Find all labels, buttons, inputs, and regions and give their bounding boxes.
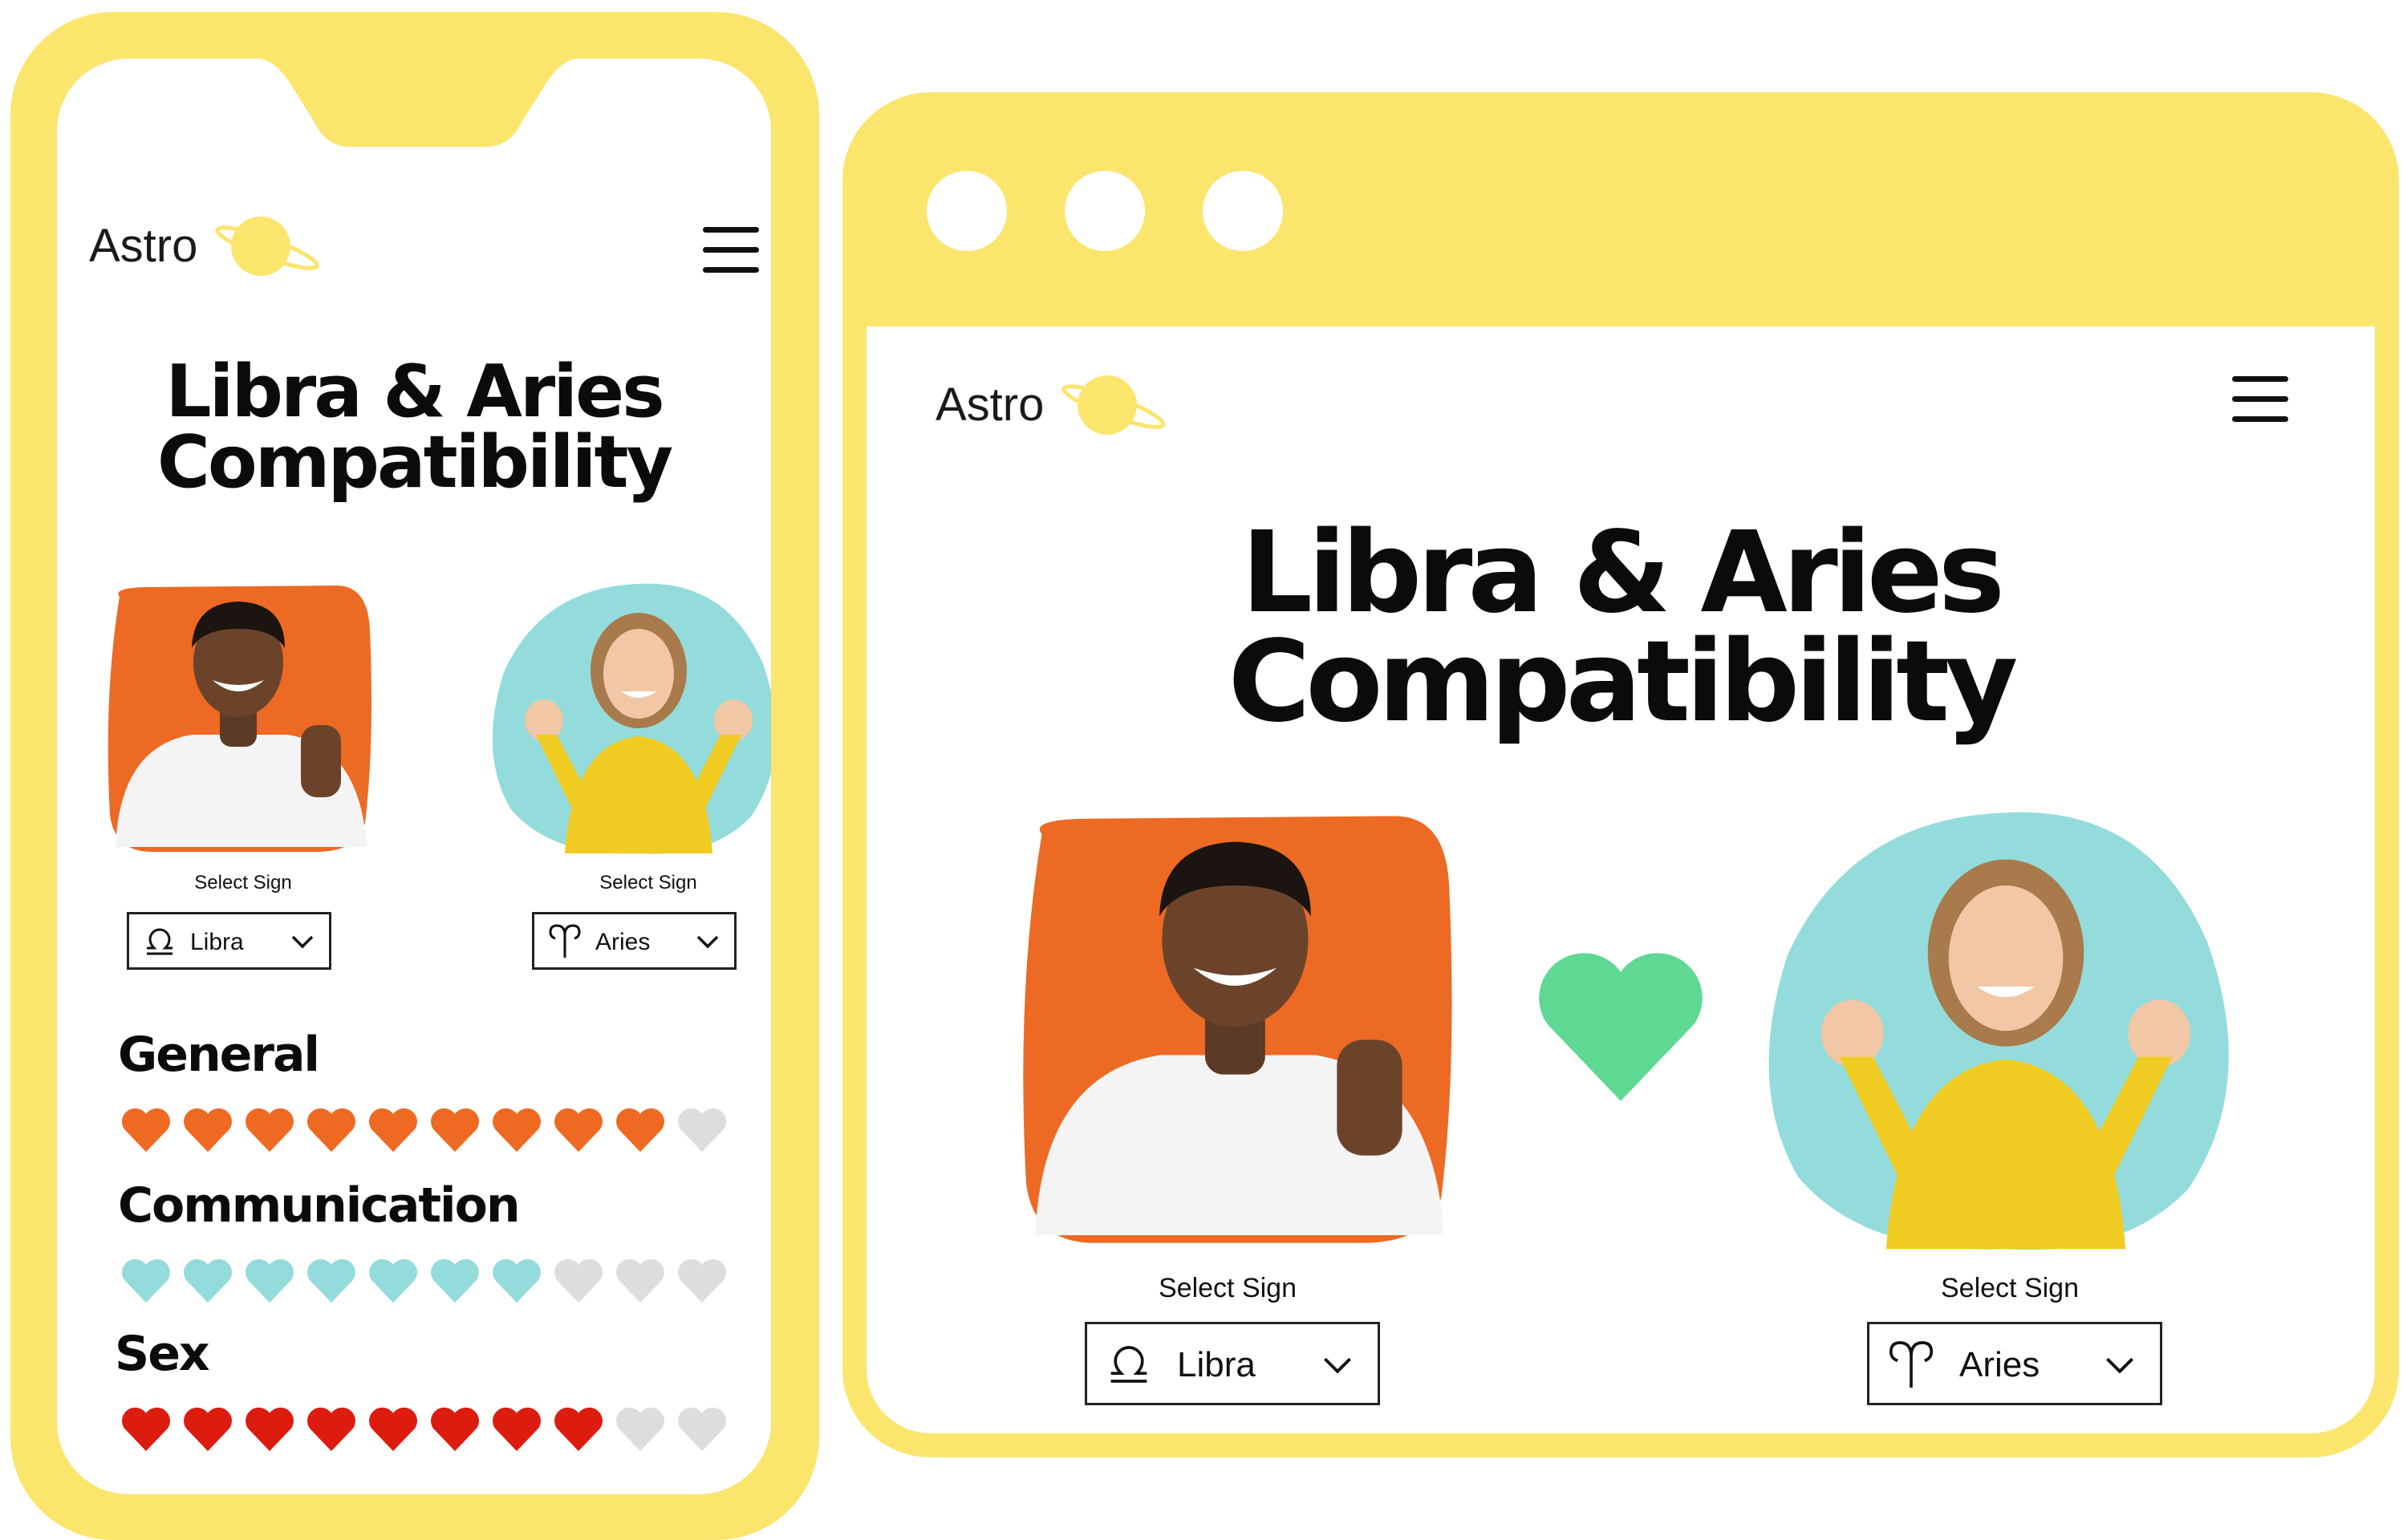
chevron-down-icon (696, 935, 719, 949)
chevron-down-icon (2106, 1357, 2133, 1374)
sign-select-left[interactable]: Libra (1085, 1322, 1380, 1405)
menu-line (2232, 416, 2288, 422)
rating-heart-icon (307, 1108, 355, 1153)
brand-logo[interactable]: Astro (936, 367, 1168, 447)
avatar-right (1759, 800, 2253, 1257)
planet-icon (1061, 375, 1166, 435)
libra-icon (1110, 1346, 1147, 1383)
browser-mockup: Astro Libra & Aries Compatibility Select… (842, 92, 2399, 1457)
planet-icon (215, 217, 319, 276)
rating-heart-icon (122, 1108, 170, 1153)
brand-name: Astro (936, 379, 1045, 431)
menu-line (2232, 396, 2288, 402)
chevron-down-icon (291, 935, 314, 949)
sign-select-right[interactable]: Aries (1867, 1322, 2162, 1405)
rating-heart-icon (307, 1258, 355, 1303)
selected-sign: Aries (1959, 1345, 2040, 1384)
rating-heart-icon (678, 1108, 726, 1153)
sign-select-right[interactable]: Aries (532, 912, 737, 970)
rating-heart-icon (184, 1108, 232, 1153)
brand-logo[interactable]: Astro (89, 211, 322, 291)
phone-screen: Astro Libra & Aries Compatibility Select… (57, 59, 771, 1494)
rating-heart-icon (493, 1258, 541, 1303)
category-heading: Communication (118, 1177, 521, 1234)
aries-icon (549, 924, 581, 958)
title-line: Libra & Aries (165, 350, 664, 434)
rating-heart-icon (246, 1258, 294, 1303)
menu-line (703, 227, 759, 233)
select-sign-label: Select Sign (194, 872, 292, 894)
title-line: Libra & Aries (1240, 508, 2005, 638)
selected-sign: Aries (595, 929, 651, 955)
avatar-right (486, 576, 771, 858)
libra-icon (147, 928, 173, 955)
chevron-down-icon (1324, 1357, 1351, 1374)
rating-heart-icon (122, 1258, 170, 1303)
rating-heart-icon (554, 1258, 603, 1303)
page-title: Libra & Aries Compatibility (57, 350, 771, 505)
rating-heart-icon (369, 1407, 417, 1452)
window-dot[interactable] (1065, 171, 1145, 251)
rating-heart-icon (678, 1258, 726, 1303)
heart-icon (1539, 953, 1703, 1101)
rating-heart-icon (369, 1258, 417, 1303)
avatar-left (104, 582, 375, 855)
category-heading: General (118, 1027, 320, 1083)
rating-heart-icon (369, 1108, 417, 1153)
rating-heart-icon (184, 1407, 232, 1452)
title-line: Compatibility (156, 420, 673, 505)
rating-heart-icon (431, 1108, 479, 1153)
rating-heart-icon (431, 1258, 479, 1303)
sign-select-left[interactable]: Libra (127, 912, 331, 970)
rating-row-sex (120, 1404, 762, 1453)
rating-row-communication (120, 1256, 762, 1304)
rating-heart-icon (184, 1258, 232, 1303)
rating-heart-icon (122, 1407, 170, 1452)
page-title: Libra & Aries Compatibility (867, 508, 2375, 748)
rating-heart-icon (678, 1407, 726, 1452)
avatar-left (1016, 811, 1457, 1248)
menu-line (2232, 376, 2288, 382)
phone-mockup: Astro Libra & Aries Compatibility Select… (10, 12, 819, 1540)
menu-line (703, 247, 759, 253)
rating-heart-icon (554, 1108, 603, 1153)
rating-heart-icon (431, 1407, 479, 1452)
menu-line (703, 267, 759, 273)
menu-button[interactable] (2232, 376, 2288, 424)
aries-icon (1889, 1341, 1934, 1388)
rating-heart-icon (307, 1407, 355, 1452)
phone-notch (258, 59, 578, 147)
brand-name: Astro (89, 220, 198, 272)
window-dot[interactable] (1203, 171, 1283, 251)
selected-sign: Libra (1177, 1345, 1256, 1384)
selected-sign: Libra (190, 929, 244, 955)
select-sign-label: Select Sign (1159, 1273, 1297, 1303)
menu-button[interactable] (703, 227, 759, 275)
window-dot[interactable] (927, 171, 1007, 251)
browser-screen: Astro Libra & Aries Compatibility Select… (867, 326, 2375, 1433)
rating-heart-icon (493, 1407, 541, 1452)
rating-heart-icon (246, 1108, 294, 1153)
rating-row-general (120, 1105, 762, 1153)
title-line: Compatibility (1228, 617, 2019, 748)
select-sign-label: Select Sign (599, 872, 697, 894)
rating-heart-icon (616, 1407, 664, 1452)
rating-heart-icon (493, 1108, 541, 1153)
select-sign-label: Select Sign (1941, 1273, 2079, 1303)
category-heading: Sex (115, 1326, 210, 1382)
rating-heart-icon (616, 1108, 664, 1153)
rating-heart-icon (554, 1407, 603, 1452)
rating-heart-icon (246, 1407, 294, 1452)
rating-heart-icon (616, 1258, 664, 1303)
